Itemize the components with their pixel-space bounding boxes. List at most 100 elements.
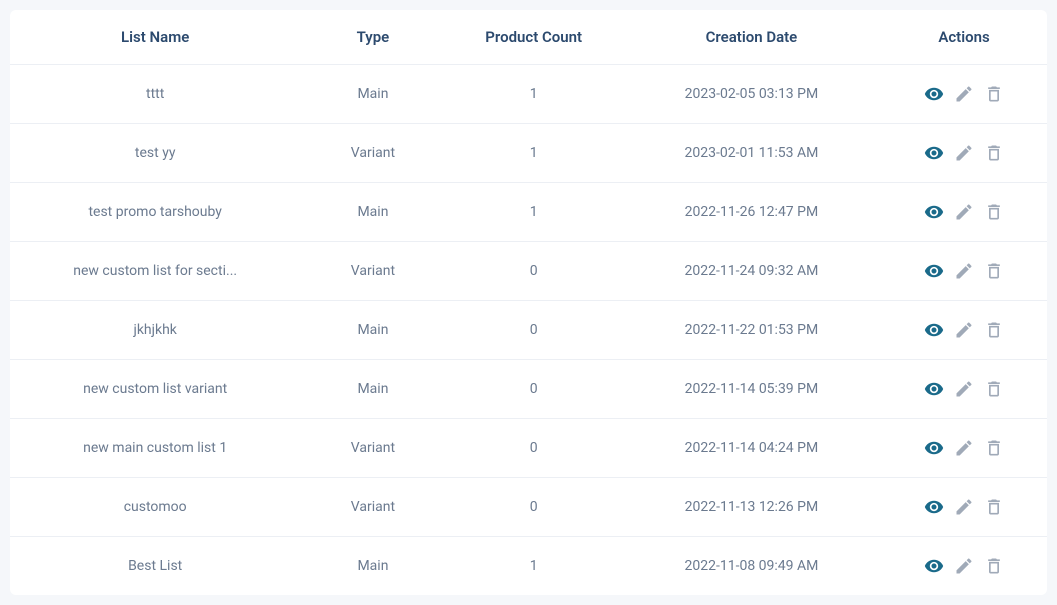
cell-type: Variant <box>300 124 445 183</box>
view-button[interactable] <box>923 437 945 459</box>
cell-creation-date: 2023-02-05 03:13 PM <box>622 65 881 124</box>
cell-list-name: test yy <box>10 124 300 183</box>
delete-button[interactable] <box>983 437 1005 459</box>
actions-wrapper <box>893 496 1035 518</box>
eye-icon <box>924 261 944 281</box>
edit-button[interactable] <box>953 83 975 105</box>
delete-button[interactable] <box>983 555 1005 577</box>
cell-actions <box>881 124 1047 183</box>
edit-button[interactable] <box>953 142 975 164</box>
lists-table: List Name Type Product Count Creation Da… <box>10 10 1047 595</box>
cell-actions <box>881 419 1047 478</box>
table-row: test promo tarshoubyMain12022-11-26 12:4… <box>10 183 1047 242</box>
view-button[interactable] <box>923 555 945 577</box>
trash-icon <box>984 143 1004 163</box>
view-button[interactable] <box>923 496 945 518</box>
trash-icon <box>984 84 1004 104</box>
actions-wrapper <box>893 260 1035 282</box>
delete-button[interactable] <box>983 83 1005 105</box>
view-button[interactable] <box>923 83 945 105</box>
delete-button[interactable] <box>983 201 1005 223</box>
pencil-icon <box>954 202 974 222</box>
delete-button[interactable] <box>983 378 1005 400</box>
cell-list-name: jkhjkhk <box>10 301 300 360</box>
cell-type: Main <box>300 65 445 124</box>
pencil-icon <box>954 379 974 399</box>
pencil-icon <box>954 320 974 340</box>
cell-list-name: tttt <box>10 65 300 124</box>
delete-button[interactable] <box>983 142 1005 164</box>
header-actions: Actions <box>881 10 1047 65</box>
trash-icon <box>984 320 1004 340</box>
edit-button[interactable] <box>953 260 975 282</box>
cell-actions <box>881 478 1047 537</box>
eye-icon <box>924 320 944 340</box>
cell-actions <box>881 537 1047 596</box>
view-button[interactable] <box>923 201 945 223</box>
table-row: ttttMain12023-02-05 03:13 PM <box>10 65 1047 124</box>
cell-product-count: 0 <box>446 301 622 360</box>
cell-product-count: 1 <box>446 537 622 596</box>
cell-type: Main <box>300 301 445 360</box>
trash-icon <box>984 438 1004 458</box>
cell-actions <box>881 183 1047 242</box>
delete-button[interactable] <box>983 260 1005 282</box>
trash-icon <box>984 261 1004 281</box>
edit-button[interactable] <box>953 496 975 518</box>
cell-product-count: 0 <box>446 478 622 537</box>
actions-wrapper <box>893 83 1035 105</box>
view-button[interactable] <box>923 142 945 164</box>
pencil-icon <box>954 497 974 517</box>
cell-list-name: Best List <box>10 537 300 596</box>
cell-creation-date: 2022-11-14 05:39 PM <box>622 360 881 419</box>
delete-button[interactable] <box>983 496 1005 518</box>
cell-list-name: customoo <box>10 478 300 537</box>
cell-list-name: new custom list for secti... <box>10 242 300 301</box>
table-row: new custom list variantMain02022-11-14 0… <box>10 360 1047 419</box>
edit-button[interactable] <box>953 555 975 577</box>
pencil-icon <box>954 438 974 458</box>
pencil-icon <box>954 261 974 281</box>
table-row: customooVariant02022-11-13 12:26 PM <box>10 478 1047 537</box>
cell-type: Main <box>300 360 445 419</box>
cell-creation-date: 2022-11-22 01:53 PM <box>622 301 881 360</box>
cell-creation-date: 2022-11-24 09:32 AM <box>622 242 881 301</box>
cell-type: Main <box>300 537 445 596</box>
table-row: new custom list for secti...Variant02022… <box>10 242 1047 301</box>
cell-creation-date: 2022-11-26 12:47 PM <box>622 183 881 242</box>
header-product-count: Product Count <box>446 10 622 65</box>
trash-icon <box>984 202 1004 222</box>
actions-wrapper <box>893 201 1035 223</box>
cell-creation-date: 2022-11-13 12:26 PM <box>622 478 881 537</box>
edit-button[interactable] <box>953 201 975 223</box>
cell-creation-date: 2023-02-01 11:53 AM <box>622 124 881 183</box>
table-row: Best ListMain12022-11-08 09:49 AM <box>10 537 1047 596</box>
cell-actions <box>881 242 1047 301</box>
view-button[interactable] <box>923 378 945 400</box>
eye-icon <box>924 497 944 517</box>
actions-wrapper <box>893 437 1035 459</box>
cell-product-count: 1 <box>446 183 622 242</box>
cell-actions <box>881 301 1047 360</box>
delete-button[interactable] <box>983 319 1005 341</box>
trash-icon <box>984 497 1004 517</box>
edit-button[interactable] <box>953 378 975 400</box>
cell-actions <box>881 65 1047 124</box>
cell-list-name: test promo tarshouby <box>10 183 300 242</box>
cell-type: Variant <box>300 242 445 301</box>
edit-button[interactable] <box>953 437 975 459</box>
cell-creation-date: 2022-11-08 09:49 AM <box>622 537 881 596</box>
cell-product-count: 1 <box>446 124 622 183</box>
eye-icon <box>924 379 944 399</box>
edit-button[interactable] <box>953 319 975 341</box>
actions-wrapper <box>893 319 1035 341</box>
cell-creation-date: 2022-11-14 04:24 PM <box>622 419 881 478</box>
cell-list-name: new main custom list 1 <box>10 419 300 478</box>
header-list-name: List Name <box>10 10 300 65</box>
view-button[interactable] <box>923 260 945 282</box>
header-creation-date: Creation Date <box>622 10 881 65</box>
view-button[interactable] <box>923 319 945 341</box>
cell-product-count: 0 <box>446 360 622 419</box>
cell-type: Variant <box>300 419 445 478</box>
eye-icon <box>924 143 944 163</box>
